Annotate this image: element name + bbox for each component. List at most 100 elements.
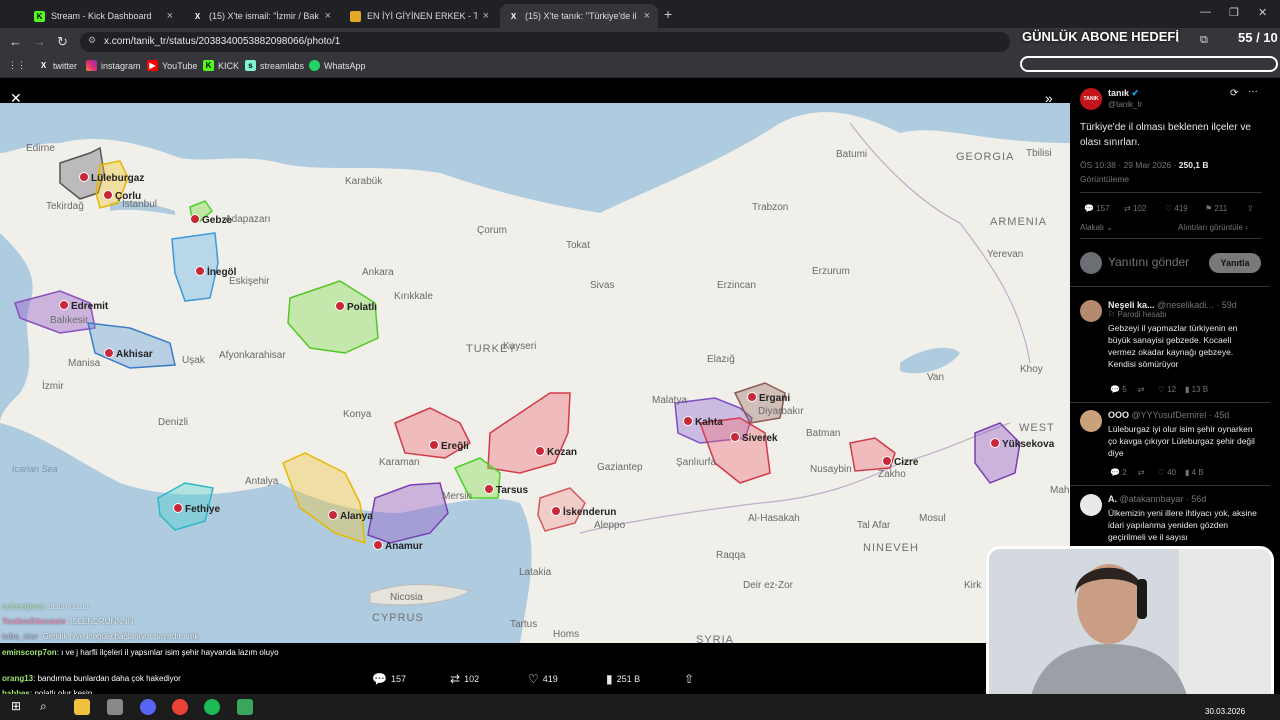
city-label: Tarsus	[496, 485, 528, 496]
tab-x-tanik[interactable]: X (15) X'te tanık: "Türkiye'de il ol... …	[500, 4, 658, 28]
avatar[interactable]: TANIK	[1080, 88, 1102, 110]
sidebar-reply-button[interactable]: 💬 157	[1084, 204, 1110, 213]
close-icon[interactable]: ×	[167, 10, 173, 22]
app-icon[interactable]	[237, 699, 253, 715]
place-label: Al-Hasakah	[748, 513, 800, 524]
black-sea	[0, 103, 1070, 213]
file-explorer-icon[interactable]	[74, 699, 90, 715]
view-quotes-label: Alıntıları görüntüle	[1178, 223, 1243, 232]
spotify-icon[interactable]	[204, 699, 220, 715]
place-label: Aleppo	[594, 520, 626, 531]
place-label: Tal Afar	[857, 520, 891, 531]
reply-item[interactable]: OOO @YYYusufDemirel · 45d Lüleburgaz iyi…	[1108, 410, 1258, 459]
city-dot	[373, 540, 383, 550]
city-dot	[484, 484, 494, 494]
view-quotes-link[interactable]: Alıntıları görüntüle ›	[1178, 223, 1248, 232]
reply-item[interactable]: Neşeli ka... @neselikadi... · 59d ⚐ Paro…	[1108, 300, 1258, 370]
sidebar-like-button[interactable]: ♡ 419	[1165, 204, 1188, 213]
city-dot	[190, 214, 200, 224]
place-label: Tekirdağ	[46, 201, 84, 212]
reply-handle: @YYYusufDemirel · 45d	[1131, 410, 1230, 420]
x-icon: X	[40, 61, 47, 70]
city-dot	[551, 506, 561, 516]
grok-icon[interactable]: ⟳	[1230, 88, 1238, 99]
author-handle[interactable]: @tanik_tr	[1108, 100, 1142, 109]
badge-text: Parodi hesabı	[1117, 310, 1167, 319]
bookmark-kick[interactable]: K KICK	[203, 60, 239, 71]
city-dot	[429, 440, 439, 450]
place-label: Nusaybin	[810, 464, 852, 475]
reply-submit-button[interactable]: Yanıtla	[1209, 253, 1261, 273]
search-icon[interactable]: ⌕	[40, 699, 56, 715]
place-label: Kirk	[964, 580, 982, 591]
whatsapp-icon	[309, 60, 320, 71]
view-count: 4 B	[1191, 468, 1204, 477]
place-label: Icarian Sea	[12, 464, 58, 474]
tab-x-ismail[interactable]: X (15) X'te ismail: "İzmir / Bakırçay...…	[184, 4, 339, 28]
close-icon[interactable]: ×	[483, 10, 489, 22]
place-label: Adapazarı	[225, 214, 271, 225]
reply-button[interactable]: 💬 157	[372, 672, 406, 686]
reply-item[interactable]: A. @atakannbayar · 56d Ülkemizin yeni il…	[1108, 494, 1258, 543]
close-icon[interactable]: ×	[644, 10, 650, 22]
window-close-icon[interactable]: ✕	[1258, 6, 1267, 19]
sidebar-bookmark-button[interactable]: ⚑ 211	[1205, 204, 1227, 213]
reply-text: Ülkemizin yeni illere ihtiyacı yok, aksi…	[1108, 508, 1257, 542]
place-label: Tartus	[510, 619, 537, 630]
tab-tier-list[interactable]: EN İYİ GİYİNEN ERKEK - Tier Li... ×	[342, 4, 497, 28]
related-dropdown[interactable]: Alakalı ⌄	[1080, 223, 1113, 232]
close-icon[interactable]: ×	[325, 10, 331, 22]
forward-arrow-icon[interactable]: →	[33, 34, 46, 49]
media-action-bar: 💬 157 ⇄ 102 ♡ 419 ▮ 251 B ⇧	[360, 672, 720, 688]
new-tab-button[interactable]: +	[664, 6, 672, 22]
place-label: Balıkesir	[50, 315, 89, 326]
place-label: Nicosia	[390, 592, 423, 603]
restore-icon[interactable]: ❐	[1229, 6, 1239, 19]
city-dot	[747, 392, 757, 402]
author-name[interactable]: tanık ✔	[1108, 88, 1139, 99]
bookmark-instagram[interactable]: instagram	[86, 60, 141, 71]
avatar[interactable]	[1080, 410, 1102, 432]
avatar[interactable]	[1080, 494, 1102, 516]
views-button[interactable]: ▮ 251 B	[606, 672, 640, 686]
windows-start-icon[interactable]: ⊞	[8, 699, 24, 715]
bookmark-youtube[interactable]: ▶ YouTube	[147, 60, 197, 71]
tab-kick-dashboard[interactable]: K Stream - Kick Dashboard ×	[26, 4, 181, 28]
like-button[interactable]: ♡ 419	[528, 672, 558, 686]
city-label: Cizre	[894, 457, 919, 468]
app-icon[interactable]	[107, 699, 123, 715]
chrome-icon[interactable]	[172, 699, 188, 715]
puzzle-icon[interactable]: ⧉	[1200, 34, 1208, 47]
bookmark-streamlabs[interactable]: s streamlabs	[245, 60, 304, 71]
place-label: Van	[927, 372, 944, 383]
place-label: Deir ez-Zor	[743, 580, 794, 591]
site-info-icon[interactable]: ⚙	[88, 35, 96, 46]
repost-button[interactable]: ⇄ 102	[450, 672, 479, 686]
sidebar-repost-button[interactable]: ⇄ 102	[1124, 204, 1146, 213]
place-label: İzmir	[42, 379, 64, 392]
youtube-icon: ▶	[147, 60, 158, 71]
reload-icon[interactable]: ↻	[57, 34, 68, 50]
city-dot	[535, 446, 545, 456]
chat-user: cebecipara	[2, 602, 44, 611]
bookmark-twitter[interactable]: Xtwitter	[38, 60, 77, 71]
sidebar-share-icon[interactable]: ⇧	[1247, 204, 1254, 213]
reply-input[interactable]: Yanıtını gönder	[1108, 255, 1189, 269]
apps-grid-icon[interactable]: ⋮⋮	[8, 60, 26, 71]
address-bar[interactable]: ⚙ x.com/tanik_tr/status/2038340053882098…	[80, 32, 1010, 52]
discord-icon[interactable]	[140, 699, 156, 715]
city-dot	[730, 432, 740, 442]
more-icon[interactable]: ···	[1248, 86, 1258, 97]
x-icon: X	[194, 11, 201, 21]
bookmark-label: streamlabs	[260, 60, 305, 71]
place-label: Uşak	[182, 355, 206, 366]
divider	[1070, 485, 1270, 486]
share-button[interactable]: ⇧	[684, 672, 698, 686]
minimize-icon[interactable]: —	[1200, 6, 1211, 18]
back-arrow-icon[interactable]: ←	[9, 34, 22, 49]
place-label: Erzincan	[717, 280, 756, 291]
bookmark-whatsapp[interactable]: WhatsApp	[309, 60, 366, 71]
avatar[interactable]	[1080, 300, 1102, 322]
place-label: Diyarbakır	[758, 406, 804, 417]
chat-text: : ISLENDRUNNNN	[65, 617, 134, 626]
